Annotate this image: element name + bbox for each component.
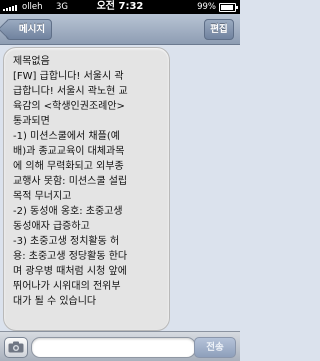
camera-icon bbox=[8, 341, 24, 353]
battery-icon bbox=[219, 3, 238, 12]
back-button-label: 메시지 bbox=[18, 24, 46, 35]
message-bubble[interactable]: 제목없음 [FW] 급합니다! 서울시 곽 급합니다! 서울시 곽노현 교 육감… bbox=[3, 47, 170, 331]
battery-percent: 99% bbox=[197, 2, 216, 12]
edit-button[interactable]: 편집 bbox=[204, 19, 234, 40]
message-thread[interactable]: 제목없음 [FW] 급합니다! 서울시 곽 급합니다! 서울시 곽노현 교 육감… bbox=[0, 45, 240, 331]
message-input[interactable] bbox=[31, 337, 196, 358]
camera-button[interactable] bbox=[4, 337, 28, 358]
send-button[interactable]: 전송 bbox=[194, 337, 236, 358]
back-button[interactable]: 메시지 bbox=[6, 19, 52, 40]
message-text: 제목없음 [FW] 급합니다! 서울시 곽 급합니다! 서울시 곽노현 교 육감… bbox=[13, 56, 128, 307]
nav-bar: 메시지 편집 bbox=[0, 14, 240, 45]
input-bar: 전송 bbox=[0, 331, 240, 361]
status-bar: olleh 3G 오전 7:32 99% bbox=[0, 0, 240, 14]
